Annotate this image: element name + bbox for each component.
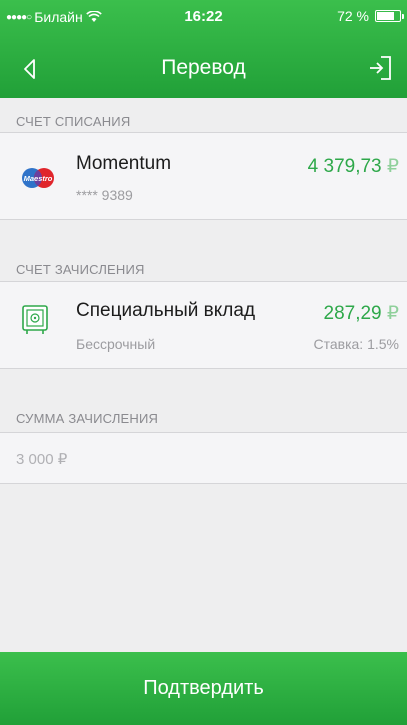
- page-title: Перевод: [161, 56, 246, 79]
- status-bar: ●●●●○ Билайн 16:22 72 %: [0, 0, 407, 34]
- credit-amount-currency: ₽: [386, 303, 399, 324]
- safe-icon: [22, 305, 48, 334]
- debit-amount-currency: ₽: [386, 156, 399, 177]
- header: ●●●●○ Билайн 16:22 72 % Перевод: [0, 0, 407, 98]
- credit-account-rate: Ставка: 1.5%: [313, 336, 400, 352]
- debit-account-number: **** 9389: [76, 187, 133, 203]
- maestro-logo-text: Maestro: [24, 174, 53, 183]
- credit-account-name: Специальный вклад: [76, 300, 256, 321]
- amount-section-label: СУММА ЗАЧИСЛЕНИЯ: [16, 411, 159, 426]
- logout-icon[interactable]: [367, 54, 393, 82]
- battery-icon: [375, 10, 404, 22]
- status-right: 72 %: [337, 8, 404, 24]
- battery-percent: 72 %: [337, 8, 369, 24]
- debit-section-label: СЧЕТ СПИСАНИЯ: [16, 114, 131, 129]
- amount-field[interactable]: [0, 432, 407, 484]
- credit-account-card[interactable]: Специальный вклад Бессрочный 287,29 ₽ Ст…: [0, 281, 407, 369]
- debit-account-name: Momentum: [76, 153, 172, 174]
- debit-amount-value: 4 379,73: [307, 156, 382, 177]
- battery-fill: [377, 12, 395, 20]
- nav-bar: Перевод: [0, 44, 407, 94]
- debit-account-card[interactable]: Maestro Momentum **** 9389 4 379,73 ₽: [0, 132, 407, 220]
- credit-amount-value: 287,29: [323, 303, 382, 324]
- confirm-button[interactable]: Подтвердить: [0, 652, 407, 725]
- credit-section-label: СЧЕТ ЗАЧИСЛЕНИЯ: [16, 262, 145, 277]
- amount-input[interactable]: [16, 447, 396, 471]
- maestro-card-icon: Maestro: [22, 168, 54, 188]
- debit-account-amount: 4 379,73 ₽: [308, 155, 399, 178]
- credit-account-term: Бессрочный: [76, 336, 156, 352]
- credit-account-amount: 287,29 ₽: [324, 302, 400, 325]
